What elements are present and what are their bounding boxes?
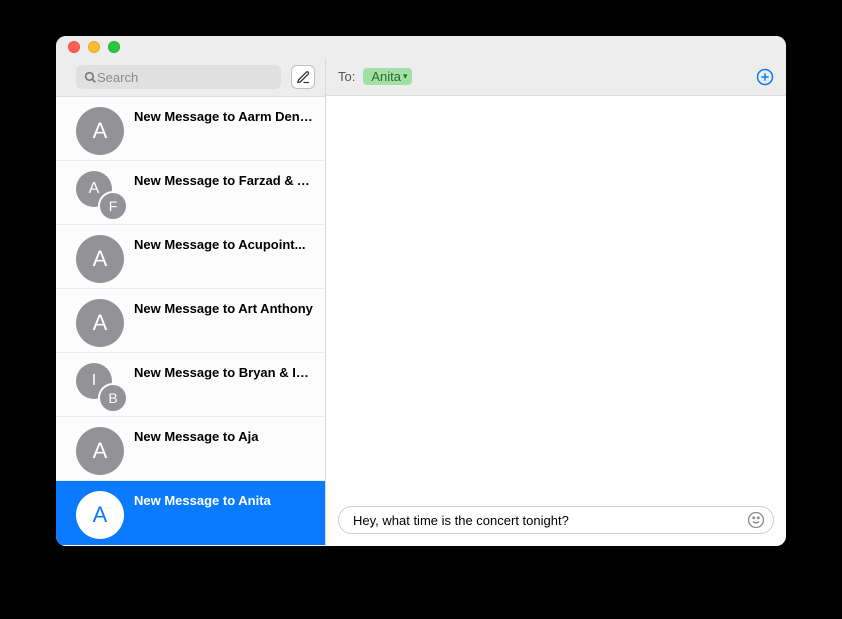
conversation-item[interactable]: A New Message to Aarm Dental — [56, 97, 325, 161]
search-input[interactable] — [97, 70, 273, 85]
avatar-initial: A — [76, 107, 124, 155]
conversation-title: New Message to Bryan & Im... — [134, 363, 313, 380]
conversation-item[interactable]: AF New Message to Farzad & A... — [56, 161, 325, 225]
avatar: AF — [76, 171, 124, 219]
conversation-item[interactable]: A New Message to Art Anthony — [56, 289, 325, 353]
avatar: IB — [76, 363, 124, 411]
to-label: To: — [338, 69, 355, 84]
conversation-item[interactable]: A New Message to Aja — [56, 417, 325, 481]
conversation-item[interactable]: A New Message to Anita — [56, 481, 325, 545]
conversation-title: New Message to Art Anthony — [134, 299, 313, 316]
details-button[interactable] — [756, 68, 774, 86]
conversation-title: New Message to Aja — [134, 427, 259, 444]
conversation-title: New Message to Farzad & A... — [134, 171, 313, 188]
fullscreen-window-button[interactable] — [108, 41, 120, 53]
compose-button[interactable] — [291, 65, 315, 89]
conversation-title: New Message to Anita — [134, 491, 271, 508]
message-area — [326, 96, 786, 498]
recipient-pill[interactable]: Anita ▾ — [363, 68, 411, 85]
conversation-list[interactable]: ANew Message to Aarm DentalAFNew Message… — [56, 97, 325, 546]
search-icon — [84, 71, 97, 84]
sidebar: ANew Message to Aarm DentalAFNew Message… — [56, 58, 326, 546]
avatar-initial: A — [76, 235, 124, 283]
emoji-icon[interactable] — [747, 511, 765, 529]
to-bar: To: Anita ▾ — [326, 58, 786, 96]
avatar: A — [76, 427, 124, 475]
avatar-initial: F — [98, 191, 128, 221]
sidebar-toolbar — [56, 58, 325, 97]
main-panel: To: Anita ▾ — [326, 58, 786, 546]
avatar: A — [76, 491, 124, 539]
recipient-name: Anita — [371, 69, 401, 84]
messages-window: ANew Message to Aarm DentalAFNew Message… — [56, 36, 786, 546]
titlebar — [56, 36, 786, 58]
message-input-wrapper[interactable] — [338, 506, 774, 534]
conversation-title: New Message to Aarm Dental — [134, 107, 313, 124]
close-window-button[interactable] — [68, 41, 80, 53]
avatar: A — [76, 235, 124, 283]
avatar: A — [76, 107, 124, 155]
search-field[interactable] — [76, 65, 281, 89]
message-input[interactable] — [353, 513, 747, 528]
avatar: A — [76, 299, 124, 347]
compose-bar — [326, 498, 786, 546]
minimize-window-button[interactable] — [88, 41, 100, 53]
avatar-initial: A — [76, 299, 124, 347]
avatar-initial: A — [76, 427, 124, 475]
chevron-down-icon: ▾ — [403, 71, 408, 82]
avatar-initial: A — [76, 491, 124, 539]
conversation-item[interactable]: A New Message to Acupoint... — [56, 225, 325, 289]
conversation-title: New Message to Acupoint... — [134, 235, 305, 252]
avatar-initial: B — [98, 383, 128, 413]
conversation-item[interactable]: IB New Message to Bryan & Im... — [56, 353, 325, 417]
